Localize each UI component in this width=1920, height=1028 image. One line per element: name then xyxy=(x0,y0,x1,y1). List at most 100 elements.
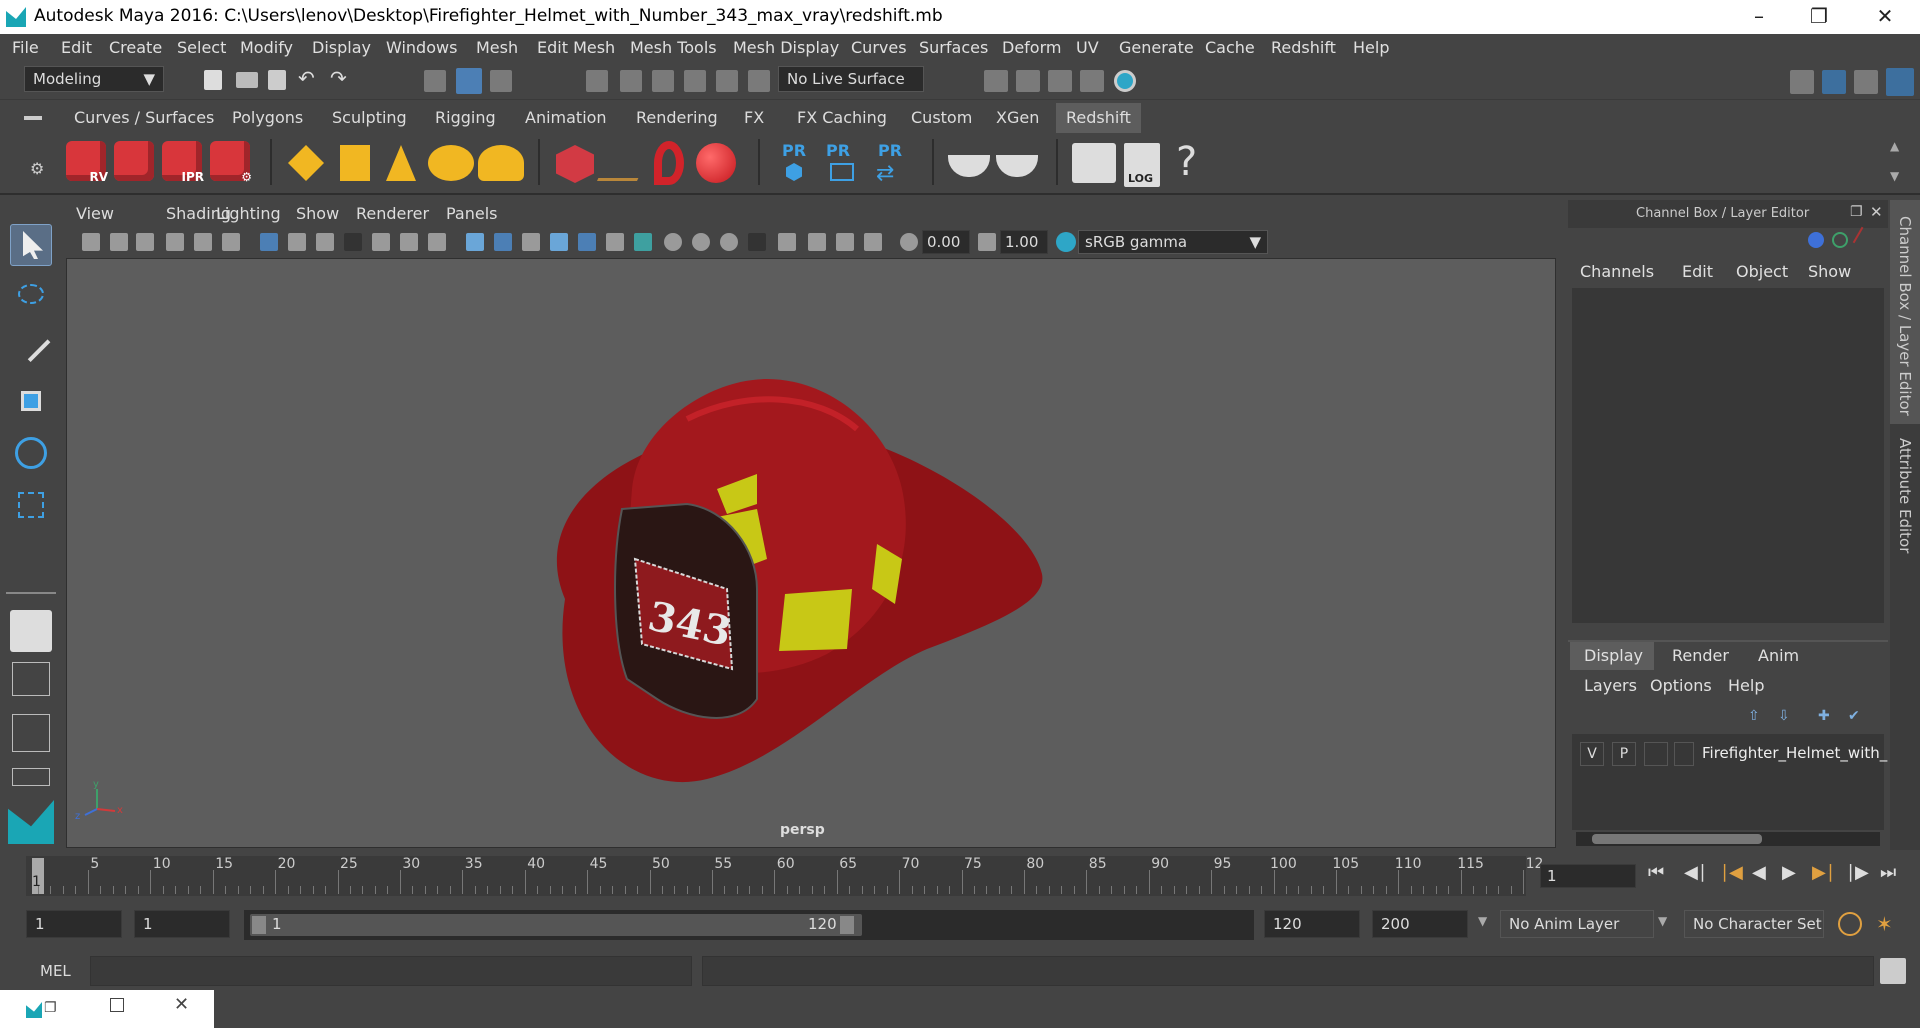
undo-icon[interactable]: ↶ xyxy=(298,66,315,90)
rs-bake-options-icon[interactable] xyxy=(996,155,1038,177)
menu-display[interactable]: Display xyxy=(312,38,371,57)
character-set-dropdown[interactable]: No Character Set xyxy=(1684,910,1824,938)
wireframe-icon[interactable] xyxy=(466,233,484,251)
close-panel-icon[interactable]: ✕ xyxy=(1870,203,1883,221)
maya-home-icon[interactable] xyxy=(8,800,54,844)
grid-icon[interactable] xyxy=(260,233,278,251)
preferences-icon[interactable]: ✶ xyxy=(1876,912,1900,936)
step-forward-frame-icon[interactable]: ∣▶ xyxy=(1846,862,1869,883)
minimize-icon[interactable]: – xyxy=(1730,0,1788,34)
tab-xgen[interactable]: XGen xyxy=(986,103,1049,133)
tab-polygons[interactable]: Polygons xyxy=(222,103,313,133)
field-chart-icon[interactable] xyxy=(372,233,390,251)
rs-portal-light-icon[interactable] xyxy=(340,145,370,181)
layer-menu-options[interactable]: Options xyxy=(1650,676,1712,695)
layer-color-swatch[interactable] xyxy=(1674,742,1694,766)
rotate-tool-icon[interactable] xyxy=(10,432,52,474)
live-surface-field[interactable]: No Live Surface xyxy=(778,66,924,92)
menu-create[interactable]: Create xyxy=(109,38,162,57)
redshift-render-icon[interactable] xyxy=(114,141,154,181)
resolution-gate-icon[interactable] xyxy=(316,233,334,251)
mode-dropdown[interactable]: Modeling ▼ xyxy=(24,66,164,92)
smooth-shade-icon[interactable] xyxy=(494,233,512,251)
cb-menu-channels[interactable]: Channels xyxy=(1580,262,1654,281)
tab-sculpting[interactable]: Sculpting xyxy=(322,103,417,133)
shelf-settings-icon[interactable]: ⚙ xyxy=(30,159,44,178)
open-scene-icon[interactable] xyxy=(236,72,258,88)
tab-render[interactable]: Render xyxy=(1672,646,1729,665)
end-time-field[interactable]: 200 xyxy=(1372,910,1468,938)
cb-menu-object[interactable]: Object xyxy=(1736,262,1788,281)
rs-hair-icon[interactable] xyxy=(597,151,651,181)
side-tab-channel-box[interactable]: Channel Box / Layer Editor xyxy=(1896,216,1914,416)
layer-name[interactable]: Firefighter_Helmet_with_ xyxy=(1702,744,1887,762)
single-perspective-layout-icon[interactable] xyxy=(10,610,52,652)
new-layer-icon[interactable]: ✚ xyxy=(1818,708,1830,724)
layer-editor-icon[interactable] xyxy=(1808,232,1824,248)
playback-start-field[interactable]: 1 xyxy=(134,910,230,938)
rs-sun-sky-icon[interactable] xyxy=(478,145,524,181)
shelf-scroll-up-icon[interactable]: ▲ xyxy=(1890,139,1899,153)
menu-file[interactable]: File xyxy=(12,38,39,57)
pr-swap-icon[interactable]: ⇄ xyxy=(876,161,894,186)
color-space-dropdown[interactable]: sRGB gamma ▼ xyxy=(1078,230,1268,254)
ipr-render-icon[interactable] xyxy=(1048,70,1072,92)
select-tool-icon[interactable] xyxy=(10,224,52,266)
save-scene-icon[interactable] xyxy=(268,70,286,90)
render-settings-icon[interactable] xyxy=(1080,70,1104,92)
layer-menu-layers[interactable]: Layers xyxy=(1584,676,1637,695)
menu-mesh-tools[interactable]: Mesh Tools xyxy=(630,38,717,57)
cb-menu-edit[interactable]: Edit xyxy=(1682,262,1713,281)
step-forward-key-icon[interactable]: ▶∣ xyxy=(1812,862,1835,883)
pan-zoom-icon[interactable] xyxy=(194,233,212,251)
scale-tool-icon[interactable] xyxy=(10,484,52,526)
textured-icon[interactable] xyxy=(578,233,596,251)
layer-playback-toggle[interactable]: P xyxy=(1612,742,1636,766)
minimized-window[interactable]: ❐ ✕ xyxy=(0,990,214,1028)
shadows-icon[interactable] xyxy=(634,233,652,251)
menu-curves[interactable]: Curves xyxy=(851,38,907,57)
move-tool-icon[interactable] xyxy=(10,380,52,422)
render-frame-icon[interactable] xyxy=(1016,70,1040,92)
use-default-material-icon[interactable] xyxy=(522,233,540,251)
tab-display[interactable]: Display xyxy=(1584,646,1643,665)
tab-curves-surfaces[interactable]: Curves / Surfaces xyxy=(64,103,224,133)
menu-help[interactable]: Help xyxy=(1353,38,1389,57)
redo-icon[interactable]: ↷ xyxy=(330,66,347,90)
rs-bake-icon[interactable] xyxy=(948,155,990,177)
playback-end-field[interactable]: 120 xyxy=(1264,910,1360,938)
toggle-modeling-toolkit-icon[interactable] xyxy=(1790,70,1814,94)
menu-mesh[interactable]: Mesh xyxy=(476,38,518,57)
restore-icon[interactable]: ❐ xyxy=(44,1000,57,1016)
snap-grid-icon[interactable] xyxy=(586,70,608,92)
motion-blur-icon[interactable] xyxy=(692,233,710,251)
new-scene-icon[interactable] xyxy=(204,70,222,90)
move-layer-down-icon[interactable]: ⇩ xyxy=(1778,708,1790,724)
redshift-render-view-icon[interactable]: RV xyxy=(66,141,108,184)
time-slider[interactable]: 1 5 10 15 20 25 30 35 40 45 50 55 60 65 70 75 80 85 90 95 1… xyxy=(0,850,1920,902)
vp-menu-show[interactable]: Show xyxy=(296,204,339,223)
layer-display-type-toggle[interactable] xyxy=(1644,742,1668,766)
toggle-tool-settings-icon[interactable] xyxy=(1854,70,1878,94)
menu-select[interactable]: Select xyxy=(177,38,226,57)
tab-anim[interactable]: Anim xyxy=(1758,646,1799,665)
go-to-start-icon[interactable]: ⏮ xyxy=(1648,862,1664,883)
restore-icon[interactable]: ❐ xyxy=(1790,0,1848,34)
menu-generate[interactable]: Generate xyxy=(1119,38,1194,57)
xray-icon[interactable] xyxy=(808,233,826,251)
current-frame-field[interactable]: 1 xyxy=(1540,864,1636,888)
chevron-down-icon[interactable]: ▼ xyxy=(1658,914,1667,928)
image-plane-icon[interactable] xyxy=(166,233,184,251)
auto-key-icon[interactable] xyxy=(1838,912,1862,936)
menu-cache[interactable]: Cache xyxy=(1205,38,1255,57)
side-tab-attribute-editor[interactable]: Attribute Editor xyxy=(1896,438,1914,553)
tab-rigging[interactable]: Rigging xyxy=(425,103,506,133)
rs-script-editor-icon[interactable] xyxy=(1072,143,1116,183)
graph-layout-icon[interactable] xyxy=(12,768,50,786)
close-icon[interactable]: ✕ xyxy=(1856,0,1914,34)
bookmark-icon[interactable] xyxy=(136,233,154,251)
toggle-attribute-editor-icon[interactable] xyxy=(1822,70,1846,94)
exposure-field[interactable]: 0.00 xyxy=(922,230,970,254)
rs-volume-icon[interactable] xyxy=(654,141,684,185)
range-slider-start-grip[interactable] xyxy=(252,916,266,934)
